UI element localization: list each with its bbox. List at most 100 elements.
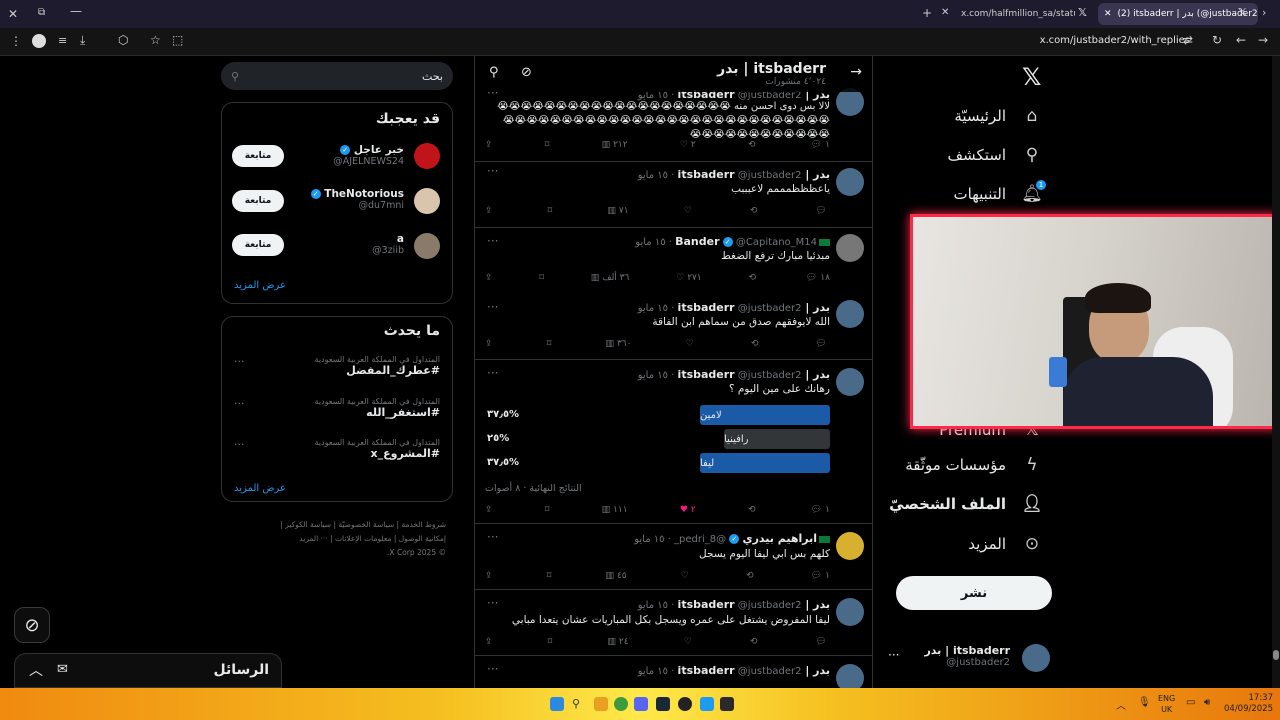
- show-more-link[interactable]: عرض المزيد: [234, 483, 286, 494]
- user-suggestion[interactable]: TheNotorious ✓ @du7mni: [310, 188, 404, 211]
- terminal-icon[interactable]: [720, 697, 734, 711]
- bookmark-icon[interactable]: ⌑: [545, 138, 550, 152]
- post-button[interactable]: نشر: [896, 576, 1052, 610]
- footer-line[interactable]: إمكانية الوصول | معلومات الإعلانات | ···…: [230, 532, 446, 546]
- follow-button[interactable]: متابعة: [232, 190, 284, 212]
- download-icon[interactable]: ⤓: [80, 33, 85, 48]
- reply-button[interactable]: 💬︎: [816, 204, 830, 218]
- close-icon[interactable]: ✕: [8, 7, 18, 21]
- clock[interactable]: 17:37 04/09/2025: [1224, 693, 1273, 715]
- like-button[interactable]: ♡: [686, 337, 697, 351]
- reply-button[interactable]: 💬︎: [816, 635, 830, 649]
- share-icon[interactable]: ⇪: [485, 271, 493, 285]
- x-logo-icon[interactable]: 𝕏: [1022, 63, 1041, 91]
- reader-icon[interactable]: ⇄: [1183, 33, 1193, 47]
- new-tab-icon[interactable]: +: [922, 6, 932, 20]
- views-button[interactable]: ▥ ٢٤: [607, 635, 628, 649]
- repost-button[interactable]: ⟲: [750, 204, 761, 218]
- repost-button[interactable]: ⟲: [749, 271, 760, 285]
- tweet[interactable]: بدر | itsbaderr @justbader2 · ١٥ مايو لا…: [475, 86, 872, 162]
- extensions-icon[interactable]: ≡: [58, 34, 67, 47]
- repost-button[interactable]: ⟲: [751, 337, 762, 351]
- tab-close-icon[interactable]: ✕: [1104, 9, 1112, 19]
- profile-icon[interactable]: [32, 34, 46, 48]
- tweet[interactable]: Bander ✓ @Capitano_M14 · ١٥ مايو مبدئيا …: [475, 228, 872, 294]
- tab-close-icon[interactable]: ✕: [941, 7, 949, 18]
- new-message-icon[interactable]: ✉: [57, 662, 68, 677]
- scrollbar[interactable]: [1272, 56, 1280, 688]
- obs-icon[interactable]: [678, 697, 692, 711]
- reply-button[interactable]: 💬︎ ١: [811, 569, 830, 583]
- nav-explore[interactable]: استكشف ⚲: [948, 143, 1044, 167]
- more-dots-icon[interactable]: ···: [234, 355, 245, 368]
- share-icon[interactable]: ⇪: [485, 337, 493, 351]
- share-icon[interactable]: ⇪: [485, 503, 493, 517]
- user-suggestion[interactable]: خبر عاجل ✓ @AJELNEWS24: [333, 144, 404, 167]
- bookmark-icon[interactable]: ⌑: [539, 271, 544, 285]
- screenshot-icon[interactable]: ⬚: [172, 33, 183, 47]
- nav-more[interactable]: المزيد ⊙: [968, 532, 1044, 556]
- tab-status[interactable]: x.com/halfmillion_sa/status/19...: [955, 3, 1075, 25]
- follow-button[interactable]: متابعة: [232, 234, 284, 256]
- follow-button[interactable]: متابعة: [232, 145, 284, 167]
- messages-drawer[interactable]: الرسائل ✉ ︿: [14, 653, 282, 688]
- views-button[interactable]: ▥ ٤٥: [605, 569, 626, 583]
- bookmark-icon[interactable]: ⌑: [548, 635, 553, 649]
- trend-item[interactable]: المتداول في المملكة العربية السعودية #عط…: [315, 355, 440, 377]
- reload-icon[interactable]: ↻: [1212, 33, 1222, 47]
- puzzle-icon[interactable]: ⬡: [118, 33, 128, 47]
- more-dots-icon[interactable]: ···: [888, 648, 899, 662]
- reply-button[interactable]: 💬︎: [816, 337, 830, 351]
- more-dots-icon[interactable]: ···: [487, 164, 498, 178]
- share-icon[interactable]: ⇪: [485, 138, 493, 152]
- window-icon[interactable]: ⧉: [38, 7, 45, 18]
- volume-icon[interactable]: 🔊︎: [1204, 697, 1210, 708]
- search-icon[interactable]: ⚲: [489, 65, 499, 80]
- tweet[interactable]: بدر | itsbaderr @justbader2 · ١٥ مايو ··…: [475, 656, 872, 688]
- like-button[interactable]: ♡: [684, 204, 695, 218]
- tweet[interactable]: بدر | itsbaderr @justbader2 · ١٥ مايو ال…: [475, 294, 872, 360]
- footer-links[interactable]: شروط الخدمة | سياسة الخصوصيّة | سياسة ال…: [230, 518, 446, 560]
- more-dots-icon[interactable]: ···: [487, 366, 498, 380]
- views-button[interactable]: ▥ ٧١: [607, 204, 628, 218]
- like-button[interactable]: ♡: [684, 635, 695, 649]
- share-icon[interactable]: ⇪: [485, 204, 493, 218]
- bookmark-icon[interactable]: ⌑: [547, 569, 552, 583]
- scrollbar-thumb[interactable]: [1273, 650, 1279, 660]
- repost-button[interactable]: ⟲: [750, 635, 761, 649]
- bookmark-icon[interactable]: ⌑: [547, 337, 552, 351]
- back-icon[interactable]: ←: [1236, 33, 1246, 47]
- nav-profile[interactable]: الملف الشخصيّ 👤︎: [889, 492, 1044, 516]
- url-field[interactable]: x.com/justbader2/with_replies: [1040, 35, 1190, 46]
- microphone-icon[interactable]: 🎙︎: [1138, 697, 1151, 708]
- minimize-icon[interactable]: —: [70, 4, 82, 18]
- reply-button[interactable]: 💬︎ ١: [811, 138, 830, 152]
- like-button[interactable]: ♡ ٢: [680, 138, 696, 152]
- views-button[interactable]: ▥ ٣٦ ألف: [591, 271, 630, 285]
- user-suggestion[interactable]: a @3ziib: [372, 233, 404, 256]
- tweet[interactable]: بدر | itsbaderr @justbader2 · ١٥ مايو ره…: [475, 360, 872, 524]
- chevron-up-icon[interactable]: ︿: [1116, 697, 1126, 712]
- tweet[interactable]: بدر | itsbaderr @justbader2 · ١٥ مايو يا…: [475, 162, 872, 228]
- more-dots-icon[interactable]: ···: [487, 300, 498, 314]
- more-dots-icon[interactable]: ···: [234, 438, 245, 451]
- share-icon[interactable]: ⇪: [485, 569, 493, 583]
- trend-item[interactable]: المتداول في المملكة العربية السعودية #ال…: [315, 438, 440, 460]
- show-more-link[interactable]: عرض المزيد: [234, 280, 286, 291]
- more-dots-icon[interactable]: ···: [487, 662, 498, 676]
- files-icon[interactable]: [594, 697, 608, 711]
- menu-dots-icon[interactable]: ⋮: [10, 34, 22, 48]
- account-switcher[interactable]: ··· بدر | itsbaderr @justbader2: [886, 640, 1050, 678]
- nav-verified-orgs[interactable]: مؤسسات موثّقة ϟ: [905, 453, 1044, 477]
- repost-button[interactable]: ⟲: [748, 503, 759, 517]
- footer-line[interactable]: شروط الخدمة | سياسة الخصوصيّة | سياسة ال…: [230, 518, 446, 532]
- back-arrow-icon[interactable]: →: [850, 64, 862, 80]
- grok-icon[interactable]: ⊘: [521, 65, 532, 80]
- bookmark-icon[interactable]: ⌑: [548, 204, 553, 218]
- chevron-right-icon[interactable]: ›: [1262, 6, 1266, 19]
- more-dots-icon[interactable]: ···: [487, 596, 498, 610]
- language-indicator[interactable]: ENG UK: [1158, 693, 1175, 715]
- tab-profile[interactable]: ✕ (2) itsbaderr | بدر (@justbader2...: [1098, 3, 1258, 25]
- more-dots-icon[interactable]: ···: [487, 234, 498, 248]
- repost-button[interactable]: ⟲: [748, 138, 759, 152]
